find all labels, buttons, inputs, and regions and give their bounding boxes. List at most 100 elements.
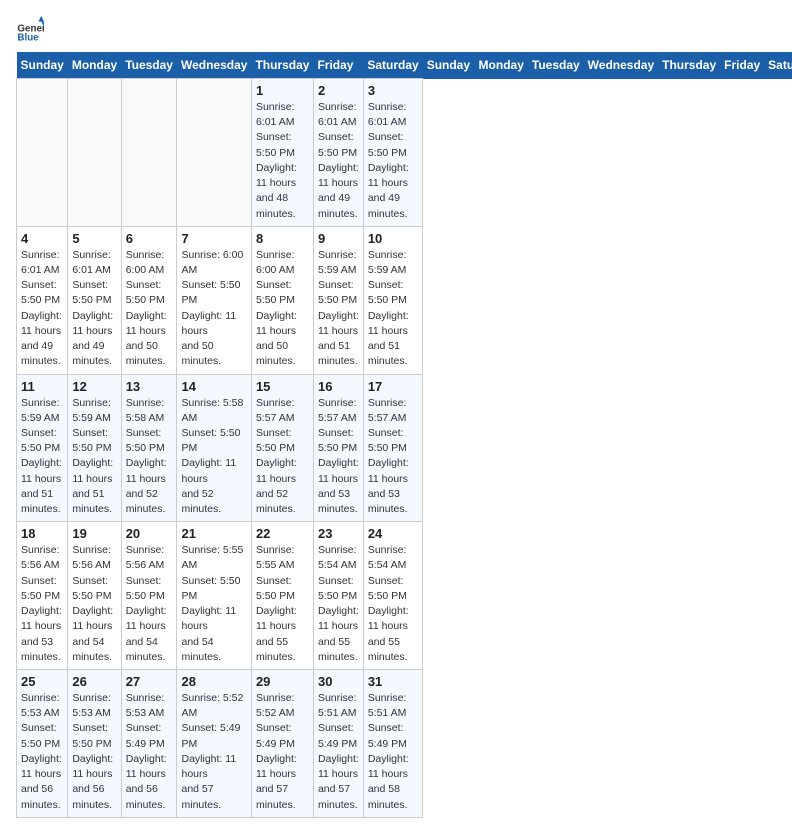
day-info: Sunrise: 5:59 AM Sunset: 5:50 PM Dayligh… xyxy=(318,248,359,370)
calendar-cell: 26 Sunrise: 5:53 AM Sunset: 5:50 PM Dayli… xyxy=(68,670,121,818)
col-header-wednesday: Wednesday xyxy=(584,52,658,79)
day-number: 21 xyxy=(181,526,246,541)
day-info: Sunrise: 5:53 AM Sunset: 5:50 PM Dayligh… xyxy=(21,691,63,813)
calendar-cell: 13 Sunrise: 5:58 AM Sunset: 5:50 PM Dayli… xyxy=(121,374,177,522)
day-info: Sunrise: 6:01 AM Sunset: 5:50 PM Dayligh… xyxy=(21,248,63,370)
calendar-cell xyxy=(68,79,121,227)
col-header-friday: Friday xyxy=(720,52,764,79)
day-number: 9 xyxy=(318,231,359,246)
calendar-cell xyxy=(177,79,251,227)
col-header-saturday: Saturday xyxy=(764,52,792,79)
day-number: 26 xyxy=(72,674,116,689)
day-number: 3 xyxy=(368,83,418,98)
day-number: 4 xyxy=(21,231,63,246)
logo-icon: General Blue xyxy=(16,16,44,44)
logo: General Blue xyxy=(16,16,44,44)
calendar-cell: 27 Sunrise: 5:53 AM Sunset: 5:49 PM Dayli… xyxy=(121,670,177,818)
col-header-thursday: Thursday xyxy=(251,52,313,79)
day-info: Sunrise: 5:55 AM Sunset: 5:50 PM Dayligh… xyxy=(181,543,246,665)
day-number: 8 xyxy=(256,231,309,246)
day-info: Sunrise: 5:54 AM Sunset: 5:50 PM Dayligh… xyxy=(318,543,359,665)
day-number: 6 xyxy=(126,231,173,246)
calendar-cell: 3Sunrise: 6:01 AM Sunset: 5:50 PM Daylig… xyxy=(363,79,422,227)
day-number: 19 xyxy=(72,526,116,541)
calendar-cell xyxy=(17,79,68,227)
calendar-cell: 2Sunrise: 6:01 AM Sunset: 5:50 PM Daylig… xyxy=(313,79,363,227)
day-info: Sunrise: 5:51 AM Sunset: 5:49 PM Dayligh… xyxy=(318,691,359,813)
day-number: 5 xyxy=(72,231,116,246)
day-info: Sunrise: 6:00 AM Sunset: 5:50 PM Dayligh… xyxy=(126,248,173,370)
day-number: 17 xyxy=(368,379,418,394)
day-info: Sunrise: 5:51 AM Sunset: 5:49 PM Dayligh… xyxy=(368,691,418,813)
calendar-week-1: 1 Sunrise: 6:01 AM Sunset: 5:50 PM Daylig… xyxy=(17,79,792,227)
day-number: 15 xyxy=(256,379,309,394)
day-info: Sunrise: 5:56 AM Sunset: 5:50 PM Dayligh… xyxy=(21,543,63,665)
day-number: 28 xyxy=(181,674,246,689)
day-info: Sunrise: 5:53 AM Sunset: 5:49 PM Dayligh… xyxy=(126,691,173,813)
col-header-monday: Monday xyxy=(68,52,121,79)
day-number: 25 xyxy=(21,674,63,689)
calendar-cell: 19Sunrise: 5:56 AM Sunset: 5:50 PM Dayli… xyxy=(68,522,121,670)
day-info: Sunrise: 5:59 AM Sunset: 5:50 PM Dayligh… xyxy=(368,248,418,370)
calendar-cell xyxy=(121,79,177,227)
day-info: Sunrise: 5:59 AM Sunset: 5:50 PM Dayligh… xyxy=(72,396,116,518)
day-info: Sunrise: 5:52 AM Sunset: 5:49 PM Dayligh… xyxy=(181,691,246,813)
calendar-cell: 6 Sunrise: 6:00 AM Sunset: 5:50 PM Daylig… xyxy=(121,226,177,374)
day-number: 11 xyxy=(21,379,63,394)
calendar-cell: 18 Sunrise: 5:56 AM Sunset: 5:50 PM Dayli… xyxy=(17,522,68,670)
day-number: 7 xyxy=(181,231,246,246)
day-info: Sunrise: 6:00 AM Sunset: 5:50 PM Dayligh… xyxy=(256,248,309,370)
calendar-cell: 12 Sunrise: 5:59 AM Sunset: 5:50 PM Dayli… xyxy=(68,374,121,522)
day-info: Sunrise: 5:59 AM Sunset: 5:50 PM Dayligh… xyxy=(21,396,63,518)
calendar-week-2: 4 Sunrise: 6:01 AM Sunset: 5:50 PM Daylig… xyxy=(17,226,792,374)
day-info: Sunrise: 5:56 AM Sunset: 5:50 PM Dayligh… xyxy=(126,543,173,665)
calendar-cell: 1 Sunrise: 6:01 AM Sunset: 5:50 PM Daylig… xyxy=(251,79,313,227)
col-header-monday: Monday xyxy=(475,52,528,79)
day-info: Sunrise: 5:58 AM Sunset: 5:50 PM Dayligh… xyxy=(126,396,173,518)
calendar-cell: 4 Sunrise: 6:01 AM Sunset: 5:50 PM Daylig… xyxy=(17,226,68,374)
calendar-cell: 23Sunrise: 5:54 AM Sunset: 5:50 PM Dayli… xyxy=(313,522,363,670)
day-info: Sunrise: 6:01 AM Sunset: 5:50 PM Dayligh… xyxy=(318,100,359,222)
calendar-table: SundayMondayTuesdayWednesdayThursdayFrid… xyxy=(16,52,792,818)
day-number: 20 xyxy=(126,526,173,541)
calendar-cell: 20 Sunrise: 5:56 AM Sunset: 5:50 PM Dayli… xyxy=(121,522,177,670)
day-number: 30 xyxy=(318,674,359,689)
day-number: 18 xyxy=(21,526,63,541)
day-number: 12 xyxy=(72,379,116,394)
day-number: 31 xyxy=(368,674,418,689)
day-number: 16 xyxy=(318,379,359,394)
day-number: 27 xyxy=(126,674,173,689)
calendar-cell: 21 Sunrise: 5:55 AM Sunset: 5:50 PM Dayli… xyxy=(177,522,251,670)
calendar-cell: 14Sunrise: 5:58 AM Sunset: 5:50 PM Dayli… xyxy=(177,374,251,522)
calendar-cell: 28 Sunrise: 5:52 AM Sunset: 5:49 PM Dayli… xyxy=(177,670,251,818)
calendar-cell: 7Sunrise: 6:00 AM Sunset: 5:50 PM Daylig… xyxy=(177,226,251,374)
day-info: Sunrise: 5:55 AM Sunset: 5:50 PM Dayligh… xyxy=(256,543,309,665)
calendar-cell: 25 Sunrise: 5:53 AM Sunset: 5:50 PM Dayli… xyxy=(17,670,68,818)
calendar-cell: 10 Sunrise: 5:59 AM Sunset: 5:50 PM Dayli… xyxy=(363,226,422,374)
day-number: 13 xyxy=(126,379,173,394)
calendar-cell: 29Sunrise: 5:52 AM Sunset: 5:49 PM Dayli… xyxy=(251,670,313,818)
svg-text:Blue: Blue xyxy=(17,33,39,44)
calendar-cell: 30 Sunrise: 5:51 AM Sunset: 5:49 PM Dayli… xyxy=(313,670,363,818)
calendar-cell: 9 Sunrise: 5:59 AM Sunset: 5:50 PM Daylig… xyxy=(313,226,363,374)
day-info: Sunrise: 5:54 AM Sunset: 5:50 PM Dayligh… xyxy=(368,543,418,665)
calendar-cell: 8 Sunrise: 6:00 AM Sunset: 5:50 PM Daylig… xyxy=(251,226,313,374)
day-number: 14 xyxy=(181,379,246,394)
col-header-friday: Friday xyxy=(313,52,363,79)
calendar-header-row: SundayMondayTuesdayWednesdayThursdayFrid… xyxy=(17,52,792,79)
day-number: 10 xyxy=(368,231,418,246)
day-info: Sunrise: 5:52 AM Sunset: 5:49 PM Dayligh… xyxy=(256,691,309,813)
day-info: Sunrise: 5:57 AM Sunset: 5:50 PM Dayligh… xyxy=(318,396,359,518)
col-header-tuesday: Tuesday xyxy=(121,52,177,79)
day-number: 24 xyxy=(368,526,418,541)
col-header-sunday: Sunday xyxy=(17,52,68,79)
calendar-cell: 5 Sunrise: 6:01 AM Sunset: 5:50 PM Daylig… xyxy=(68,226,121,374)
day-number: 1 xyxy=(256,83,309,98)
calendar-week-3: 11 Sunrise: 5:59 AM Sunset: 5:50 PM Dayli… xyxy=(17,374,792,522)
day-info: Sunrise: 5:57 AM Sunset: 5:50 PM Dayligh… xyxy=(368,396,418,518)
day-info: Sunrise: 6:01 AM Sunset: 5:50 PM Dayligh… xyxy=(256,100,309,222)
day-info: Sunrise: 6:01 AM Sunset: 5:50 PM Dayligh… xyxy=(72,248,116,370)
day-info: Sunrise: 5:53 AM Sunset: 5:50 PM Dayligh… xyxy=(72,691,116,813)
calendar-week-4: 18 Sunrise: 5:56 AM Sunset: 5:50 PM Dayli… xyxy=(17,522,792,670)
col-header-saturday: Saturday xyxy=(363,52,422,79)
